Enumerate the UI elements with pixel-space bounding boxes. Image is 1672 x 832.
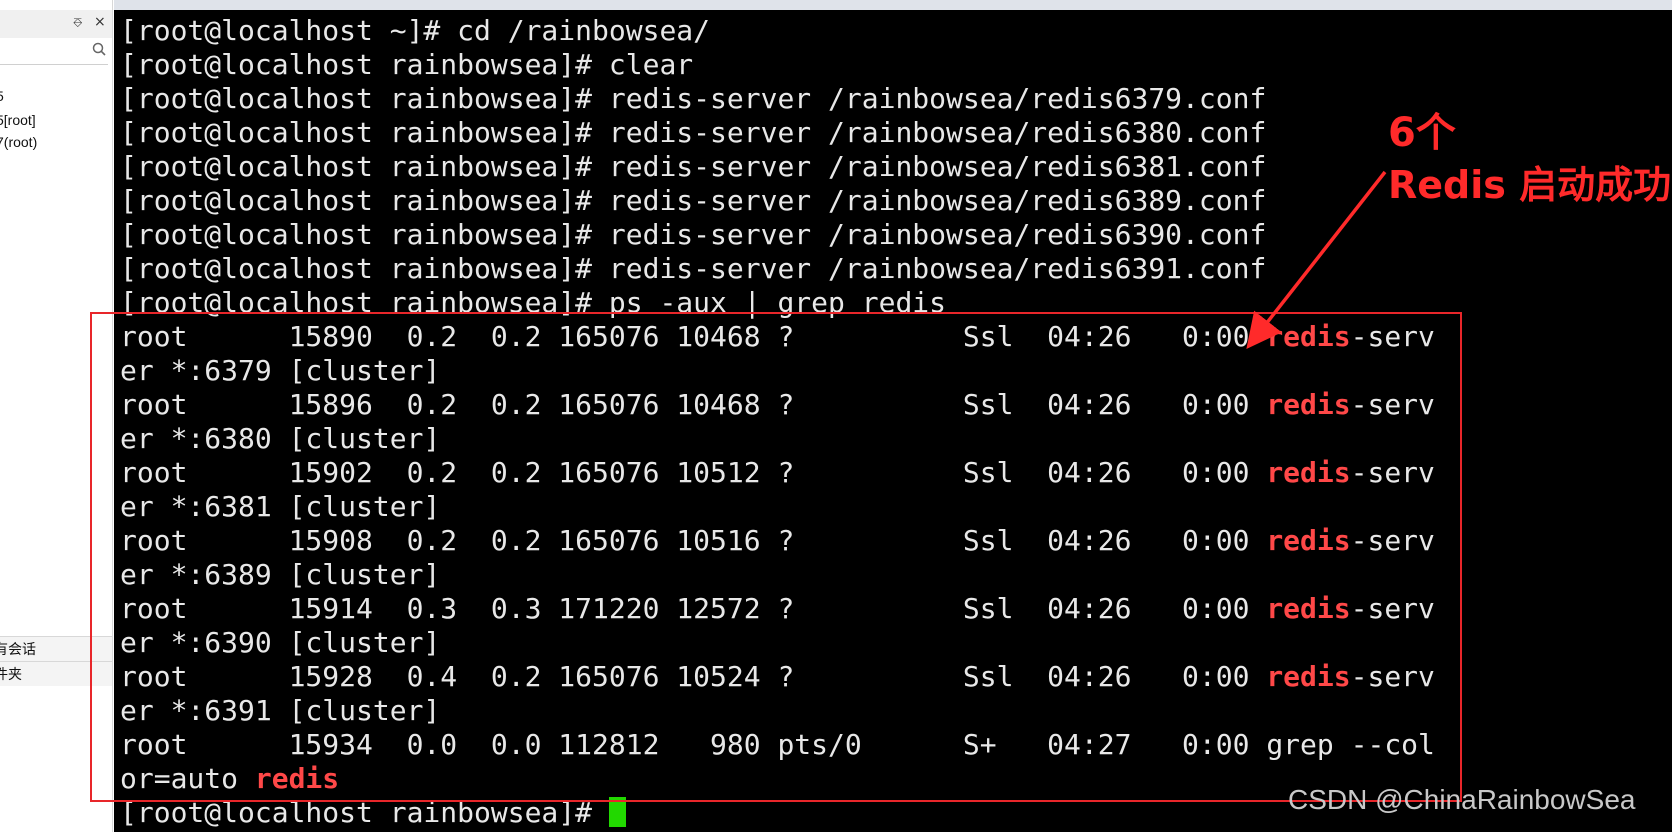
sidebar-bottom-label: 有会话 bbox=[0, 641, 36, 657]
terminal-line-redis-start: [root@localhost rainbowsea]# redis-serve… bbox=[120, 252, 1435, 286]
terminal-line-redis-start: [root@localhost rainbowsea]# redis-serve… bbox=[120, 116, 1435, 150]
terminal-line-redis-start: [root@localhost rainbowsea]# redis-serve… bbox=[120, 184, 1435, 218]
terminal-line-redis-start: [root@localhost rainbowsea]# redis-serve… bbox=[120, 218, 1435, 252]
terminal-line-text: [root@localhost ~]# cd /rainbowsea/ bbox=[120, 14, 711, 47]
terminal-line-text: [root@localhost rainbowsea]# clear bbox=[120, 48, 694, 81]
shell-command: redis-server /rainbowsea/redis6391.conf bbox=[608, 252, 1267, 285]
annotation-status-label: Redis 启动成功 bbox=[1388, 163, 1672, 207]
shell-command: redis-server /rainbowsea/redis6381.conf bbox=[608, 150, 1267, 183]
sidebar-bottom-label: 件夹 bbox=[0, 666, 22, 682]
shell-command: redis-server /rainbowsea/redis6380.conf bbox=[608, 116, 1267, 149]
pin-icon[interactable]: ⎑ bbox=[73, 16, 82, 31]
shell-prompt: [root@localhost rainbowsea]# bbox=[120, 82, 609, 115]
csdn-watermark: CSDN @ChinaRainbowSea bbox=[1288, 784, 1636, 815]
shell-prompt: [root@localhost rainbowsea]# bbox=[120, 150, 609, 183]
shell-command: redis-server /rainbowsea/redis6390.conf bbox=[608, 218, 1267, 251]
shell-command: redis-server /rainbowsea/redis6389.conf bbox=[608, 184, 1267, 217]
close-icon[interactable]: × bbox=[94, 14, 106, 30]
terminal-line-redis-start: [root@localhost rainbowsea]# redis-serve… bbox=[120, 150, 1435, 184]
shell-prompt: [root@localhost rainbowsea]# bbox=[120, 116, 609, 149]
annotation-highlight-box bbox=[90, 312, 1462, 802]
shell-prompt: [root@localhost rainbowsea]# bbox=[120, 184, 609, 217]
terminal-line-cd: [root@localhost ~]# cd /rainbowsea/ bbox=[120, 14, 1435, 48]
session-item[interactable]: 5 bbox=[0, 88, 4, 104]
annotation-count-label: 6个 bbox=[1388, 110, 1456, 156]
shell-prompt: [root@localhost rainbowsea]# bbox=[120, 252, 609, 285]
shell-command: redis-server /rainbowsea/redis6379.conf bbox=[608, 82, 1267, 115]
terminal-top-strip bbox=[114, 0, 1672, 10]
session-item[interactable]: 7(root) bbox=[0, 134, 37, 150]
search-icon[interactable] bbox=[92, 42, 106, 56]
terminal-line-clear: [root@localhost rainbowsea]# clear bbox=[120, 48, 1435, 82]
terminal-line-redis-start: [root@localhost rainbowsea]# redis-serve… bbox=[120, 82, 1435, 116]
shell-prompt: [root@localhost rainbowsea]# bbox=[120, 218, 609, 251]
session-item[interactable]: 5[root] bbox=[0, 112, 36, 128]
